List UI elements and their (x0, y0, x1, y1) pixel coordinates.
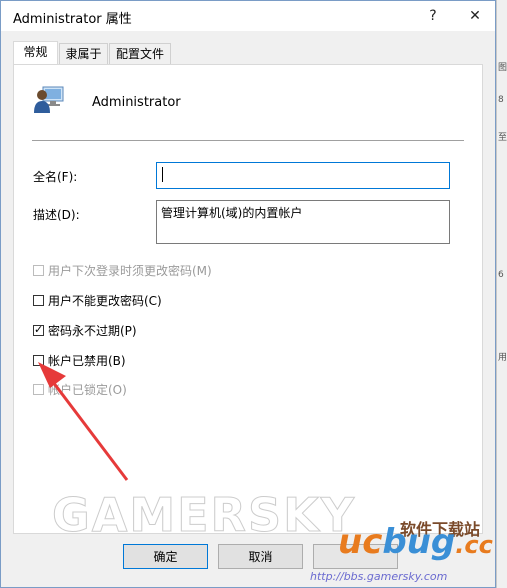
user-name: Administrator (92, 95, 181, 110)
title-bar: Administrator 属性 ? ✕ (1, 1, 495, 31)
background-window-edge: 图8至 6用 (496, 0, 507, 588)
watermark-url: http://bbs.gamersky.com (310, 570, 448, 583)
checkbox-must-change-password: 用户下次登录时须更改密码(M) (33, 262, 212, 278)
watermark-ucbug: ucbug.cc (338, 522, 493, 562)
ok-button[interactable]: 确定 (123, 544, 208, 569)
fullname-label: 全名(F): (33, 170, 78, 184)
user-icon (34, 86, 64, 113)
checkbox-account-locked: 帐户已锁定(O) (33, 381, 127, 397)
help-icon: ? (429, 8, 437, 24)
window-title: Administrator 属性 (13, 12, 132, 27)
description-field[interactable]: 管理计算机(域)的内置帐户 (156, 200, 450, 244)
check-icon: ✓ (34, 322, 44, 336)
checkbox-account-disabled[interactable]: 帐户已禁用(B) (33, 352, 126, 368)
tab-profile[interactable]: 配置文件 (109, 43, 171, 64)
fullname-field[interactable] (156, 162, 450, 189)
watermark-gamersky: GAMERSKY (51, 488, 357, 543)
text-caret (162, 167, 163, 182)
description-label: 描述(D): (33, 208, 80, 222)
checkbox-cannot-change-password[interactable]: 用户不能更改密码(C) (33, 292, 162, 308)
divider (32, 140, 464, 141)
checkbox[interactable]: ✓ (33, 322, 44, 336)
help-button[interactable]: ? (413, 1, 453, 31)
tab-general[interactable]: 常规 (13, 41, 58, 64)
tab-member-of[interactable]: 隶属于 (59, 43, 108, 64)
close-icon: ✕ (469, 8, 481, 24)
checkbox (33, 383, 44, 395)
cancel-button[interactable]: 取消 (218, 544, 303, 569)
general-tab-panel: Administrator 全名(F): 描述(D): 管理计算机(域)的内置帐… (13, 64, 483, 534)
close-button[interactable]: ✕ (455, 1, 495, 31)
checkbox-password-never-expires[interactable]: ✓ 密码永不过期(P) (33, 322, 137, 338)
checkbox[interactable] (33, 354, 44, 366)
checkbox[interactable] (33, 294, 44, 306)
checkbox (33, 264, 44, 276)
